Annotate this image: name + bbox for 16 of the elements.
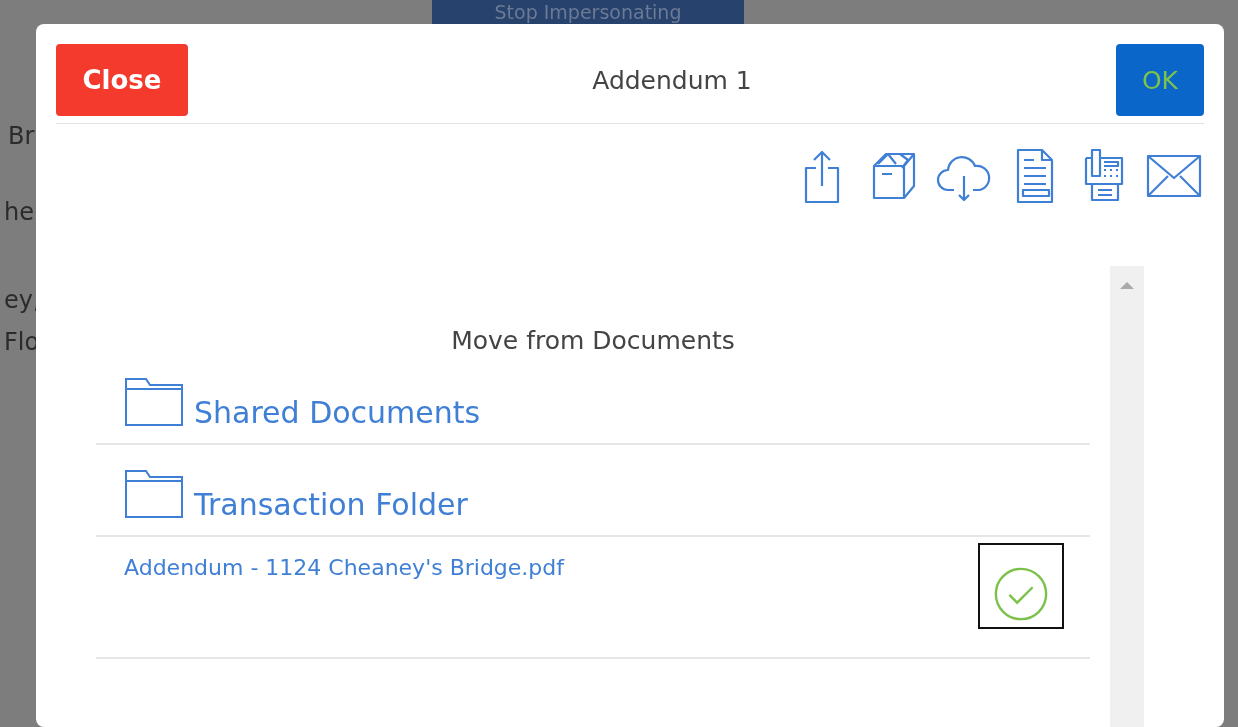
folder-icon bbox=[124, 469, 184, 519]
close-button[interactable]: Close bbox=[56, 44, 188, 116]
ok-button[interactable]: OK bbox=[1116, 44, 1204, 116]
background-text: he bbox=[4, 198, 34, 226]
folder-link[interactable]: Shared Documents bbox=[194, 395, 481, 431]
stop-impersonating-button[interactable]: Stop Impersonating bbox=[432, 0, 744, 24]
folder-icon bbox=[124, 377, 184, 427]
check-circle-icon bbox=[992, 565, 1050, 623]
checkbox[interactable] bbox=[978, 543, 1064, 629]
dialog-title: Addendum 1 bbox=[592, 65, 752, 95]
scrollbar[interactable] bbox=[1110, 266, 1144, 727]
scroll-up-arrow-icon[interactable] bbox=[1120, 282, 1134, 289]
file-link[interactable]: Addendum - 1124 Cheaney's Bridge.pdf bbox=[124, 555, 565, 580]
section-heading: Move from Documents bbox=[451, 326, 735, 355]
folder-link[interactable]: Transaction Folder bbox=[194, 487, 468, 523]
background-text: Br bbox=[8, 122, 35, 150]
